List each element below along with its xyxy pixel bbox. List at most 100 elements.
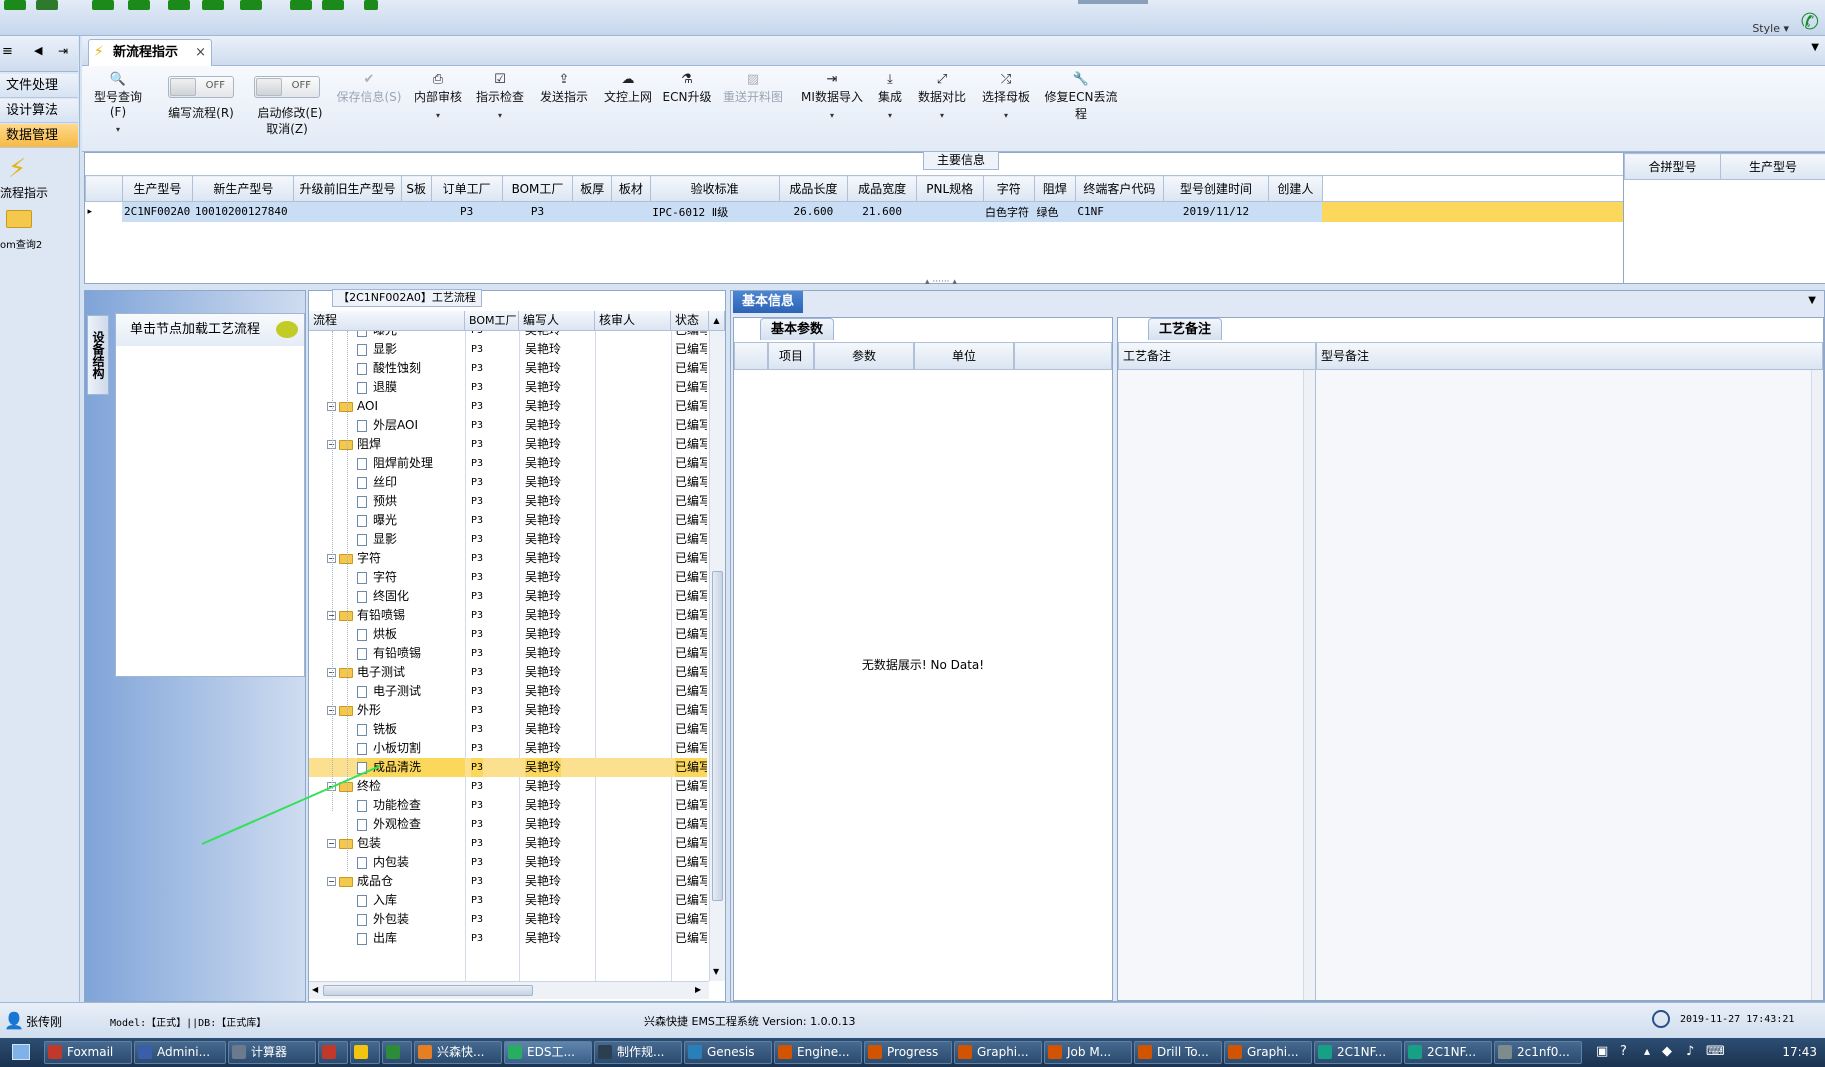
table-cell[interactable]: P3 — [431, 201, 503, 222]
tab-new-process-instruction[interactable]: ⚡ 新流程指示 × — [88, 39, 212, 66]
taskbar-item[interactable]: Job M... — [1044, 1041, 1132, 1064]
tree-node[interactable]: − 成品仓 — [327, 872, 465, 891]
ecn-upgrade-button[interactable]: ⚗ ECN升级 — [662, 72, 712, 105]
repair-ecn-lost-process-button[interactable]: 🔧 修复ECN丢流程 — [1040, 72, 1122, 122]
column-header[interactable]: 创建人 — [1268, 175, 1323, 202]
nav-icon[interactable]: ≡ — [2, 44, 13, 59]
column-header[interactable]: 板材 — [611, 175, 651, 202]
tool-icon[interactable] — [364, 0, 378, 10]
column-header[interactable]: 终端客户代码 — [1074, 175, 1164, 202]
table-cell[interactable]: 绿色 — [1034, 201, 1076, 222]
tree-node[interactable]: 阻焊前处理 — [357, 454, 465, 473]
tree-step-row[interactable]: 电子测试 P3 吴艳玲 已编写 — [309, 682, 707, 701]
taskbar-item[interactable] — [350, 1041, 380, 1064]
tree-node[interactable]: 有铅喷锡 — [357, 644, 465, 663]
phone-icon[interactable]: ✆ — [1801, 10, 1819, 35]
tree-folder-row[interactable]: − 电子测试 P3 吴艳玲 已编写 — [309, 663, 707, 682]
doc-control-online-button[interactable]: ☁ 文控上网 — [600, 72, 656, 105]
tree-step-row[interactable]: 入库 P3 吴艳玲 已编写 — [309, 891, 707, 910]
table-cell[interactable]: 21.600 — [847, 201, 917, 222]
column-header[interactable]: 型号备注 — [1316, 342, 1823, 370]
splitter-grip-icon[interactable]: ▴ ······ ▴ — [925, 277, 957, 287]
tree-node[interactable]: 字符 — [357, 568, 465, 587]
tree-folder-row[interactable]: − 外形 P3 吴艳玲 已编写 — [309, 701, 707, 720]
tree-node[interactable]: 出库 — [357, 929, 465, 948]
tree-step-row[interactable]: 字符 P3 吴艳玲 已编写 — [309, 568, 707, 587]
tray-expand-icon[interactable]: ▴ — [1644, 1044, 1650, 1058]
column-header[interactable]: S板 — [400, 175, 432, 202]
row-selector-header[interactable] — [734, 342, 768, 370]
tray-shield-icon[interactable]: ◆ — [1662, 1044, 1672, 1059]
integrate-button[interactable]: ⤓ 集成 ▾ — [872, 72, 908, 120]
vertical-scrollbar[interactable]: ▼ — [709, 331, 725, 981]
scrollbar-thumb[interactable] — [323, 985, 533, 996]
start-modify-toggle[interactable]: OFF — [254, 76, 320, 98]
tree-step-row[interactable]: 外包装 P3 吴艳玲 已编写 — [309, 910, 707, 929]
tray-help-icon[interactable]: ? — [1620, 1044, 1627, 1059]
dropdown-arrow-icon[interactable]: ▾ — [914, 111, 970, 120]
model-query-button[interactable]: 🔍 型号查询(F) ▾ — [86, 72, 150, 134]
nav-pin-icon[interactable]: ⇥ — [58, 44, 68, 58]
tree-node[interactable]: 显影 — [357, 340, 465, 359]
tree-folder-row[interactable]: − 有铅喷锡 P3 吴艳玲 已编写 — [309, 606, 707, 625]
column-header[interactable]: 成品宽度 — [847, 175, 917, 202]
tab-list-chevron-icon[interactable]: ▼ — [1811, 42, 1819, 53]
panel-menu-chevron-icon[interactable]: ▼ — [1808, 295, 1816, 306]
column-header[interactable]: 合拼型号 — [1624, 153, 1721, 180]
write-process-toggle[interactable]: OFF — [168, 76, 234, 98]
tree-folder-row[interactable]: − AOI P3 吴艳玲 已编写 — [309, 397, 707, 416]
tree-node[interactable]: 外包装 — [357, 910, 465, 929]
column-header[interactable]: 工艺备注 — [1118, 342, 1316, 370]
tree-step-row[interactable]: 内包装 P3 吴艳玲 已编写 — [309, 853, 707, 872]
column-header[interactable]: 板厚 — [572, 175, 613, 202]
tree-node[interactable]: 曝光 — [357, 511, 465, 530]
table-cell[interactable]: 10010200127840 — [192, 201, 294, 222]
table-cell[interactable] — [572, 201, 612, 222]
table-cell[interactable]: 2019/11/12 — [1163, 201, 1269, 222]
column-header[interactable]: 新生产型号 — [192, 175, 295, 202]
tree-node[interactable]: 铣板 — [357, 720, 465, 739]
taskbar-item[interactable] — [318, 1041, 348, 1064]
edit-icon[interactable] — [128, 0, 150, 10]
column-header[interactable]: 生产型号 — [121, 175, 194, 202]
style-menu[interactable]: Style ▾ — [1752, 22, 1789, 35]
tree-step-row[interactable]: 显影 P3 吴艳玲 已编写 — [309, 340, 707, 359]
tree-step-row[interactable]: 阻焊前处理 P3 吴艳玲 已编写 — [309, 454, 707, 473]
table-cell[interactable]: C1NF — [1075, 201, 1164, 222]
scroll-down-icon[interactable]: ▼ — [713, 967, 719, 976]
table-cell[interactable]: 2C1NF002A0 — [122, 201, 193, 222]
scroll-left-icon[interactable]: ◀ — [312, 985, 318, 994]
column-header[interactable]: BOM工厂 — [501, 175, 574, 202]
column-header[interactable]: 升级前旧生产型号 — [293, 175, 402, 202]
show-desktop-icon[interactable] — [12, 1044, 30, 1060]
taskbar-item[interactable] — [382, 1041, 412, 1064]
nav-item-design-algorithm[interactable]: 设计算法 — [0, 99, 78, 123]
refresh-icon[interactable] — [36, 0, 58, 10]
table-cell[interactable]: P3 — [502, 201, 573, 222]
tree-step-row[interactable]: 退膜 P3 吴艳玲 已编写 — [309, 378, 707, 397]
table-cell[interactable] — [401, 201, 432, 222]
column-header[interactable]: 编写人 — [519, 311, 595, 331]
taskbar-item[interactable]: 2C1NF... — [1404, 1041, 1492, 1064]
table-cell[interactable] — [1268, 201, 1323, 222]
column-header[interactable]: 阻焊 — [1034, 175, 1076, 202]
mi-data-import-button[interactable]: ⇥ MI数据导入 ▾ — [796, 72, 868, 120]
tree-folder-row[interactable]: − 字符 P3 吴艳玲 已编写 — [309, 549, 707, 568]
tree-node[interactable]: 内包装 — [357, 853, 465, 872]
tab-basic-info[interactable]: 基本信息 — [733, 291, 803, 313]
taskbar-item[interactable]: Drill To... — [1134, 1041, 1222, 1064]
column-header[interactable]: 生产型号 — [1720, 153, 1825, 180]
tree-step-row[interactable]: 终固化 P3 吴艳玲 已编写 — [309, 587, 707, 606]
data-compare-button[interactable]: ⤢ 数据对比 ▾ — [914, 72, 970, 120]
comment-icon[interactable] — [276, 321, 298, 338]
taskbar-item[interactable]: Admini... — [134, 1041, 226, 1064]
structure-vertical-tab[interactable]: 设备结构 — [87, 315, 109, 395]
taskbar-item[interactable]: 2C1NF... — [1314, 1041, 1402, 1064]
taskbar-item[interactable]: Genesis — [684, 1041, 772, 1064]
taskbar-item[interactable]: Graphi... — [1224, 1041, 1312, 1064]
tree-step-row[interactable]: 预烘 P3 吴艳玲 已编写 — [309, 492, 707, 511]
taskbar-item[interactable]: Engine... — [774, 1041, 862, 1064]
taskbar-item[interactable]: 制作规... — [594, 1041, 682, 1064]
column-header[interactable]: 字符 — [982, 175, 1036, 202]
dropdown-arrow-icon[interactable]: ▾ — [978, 111, 1034, 120]
